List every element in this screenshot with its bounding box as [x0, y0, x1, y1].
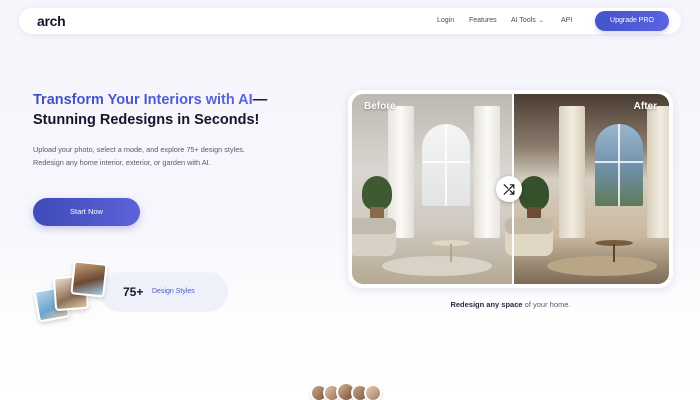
nav-link-ai-tools[interactable]: AI Tools ⌄ — [511, 17, 544, 24]
table-leg — [613, 244, 615, 262]
headline-rest: Stunning Redesigns in Seconds! — [33, 112, 260, 128]
curtain-right — [474, 106, 500, 238]
style-thumbnail-3 — [70, 260, 108, 298]
comparison-caption: Redesign any space of your home. — [348, 300, 673, 309]
avatar — [364, 384, 382, 400]
caption-rest: of your home. — [522, 300, 571, 309]
nav-link-api[interactable]: API — [561, 17, 572, 24]
curtain-right — [647, 106, 669, 238]
after-label: After — [633, 101, 657, 112]
design-styles-count: 75+ — [123, 285, 144, 299]
curtain-left — [559, 106, 585, 238]
after-image — [505, 94, 669, 284]
plant — [519, 176, 549, 210]
nav-link-login[interactable]: Login — [437, 17, 454, 24]
nav-link-features[interactable]: Features — [469, 17, 497, 24]
window — [595, 124, 643, 206]
before-after-comparison[interactable]: Before After ⤮ — [348, 90, 673, 288]
rug — [547, 256, 657, 276]
shuffle-icon[interactable]: ⤮ — [496, 176, 522, 202]
hero-headline: Transform Your Interiors with AI— Stunni… — [33, 90, 323, 130]
table-leg — [450, 244, 452, 262]
headline-highlight: Transform Your Interiors with AI — [33, 92, 253, 108]
hero-subtext: Upload your photo, select a mode, and ex… — [33, 145, 245, 167]
start-now-button[interactable]: Start Now — [33, 198, 140, 226]
rug — [382, 256, 492, 276]
upgrade-pro-button[interactable]: Upgrade PRO — [595, 11, 669, 31]
nav-link-ai-tools-label: AI Tools — [511, 17, 536, 24]
plant — [362, 176, 392, 210]
design-styles-label: Design Styles — [152, 288, 195, 295]
sofa — [352, 218, 396, 256]
window — [422, 124, 470, 206]
before-image — [352, 94, 513, 284]
before-label: Before — [364, 101, 396, 112]
top-navbar: arch Login Features AI Tools ⌄ API Upgrad… — [19, 8, 681, 34]
brand-logo[interactable]: arch — [37, 13, 66, 29]
design-styles-badge: 75+ Design Styles — [100, 272, 228, 312]
user-avatars — [310, 382, 390, 400]
caption-bold: Redesign any space — [450, 300, 523, 309]
headline-dash: — — [252, 92, 268, 108]
chevron-down-icon: ⌄ — [538, 18, 544, 24]
